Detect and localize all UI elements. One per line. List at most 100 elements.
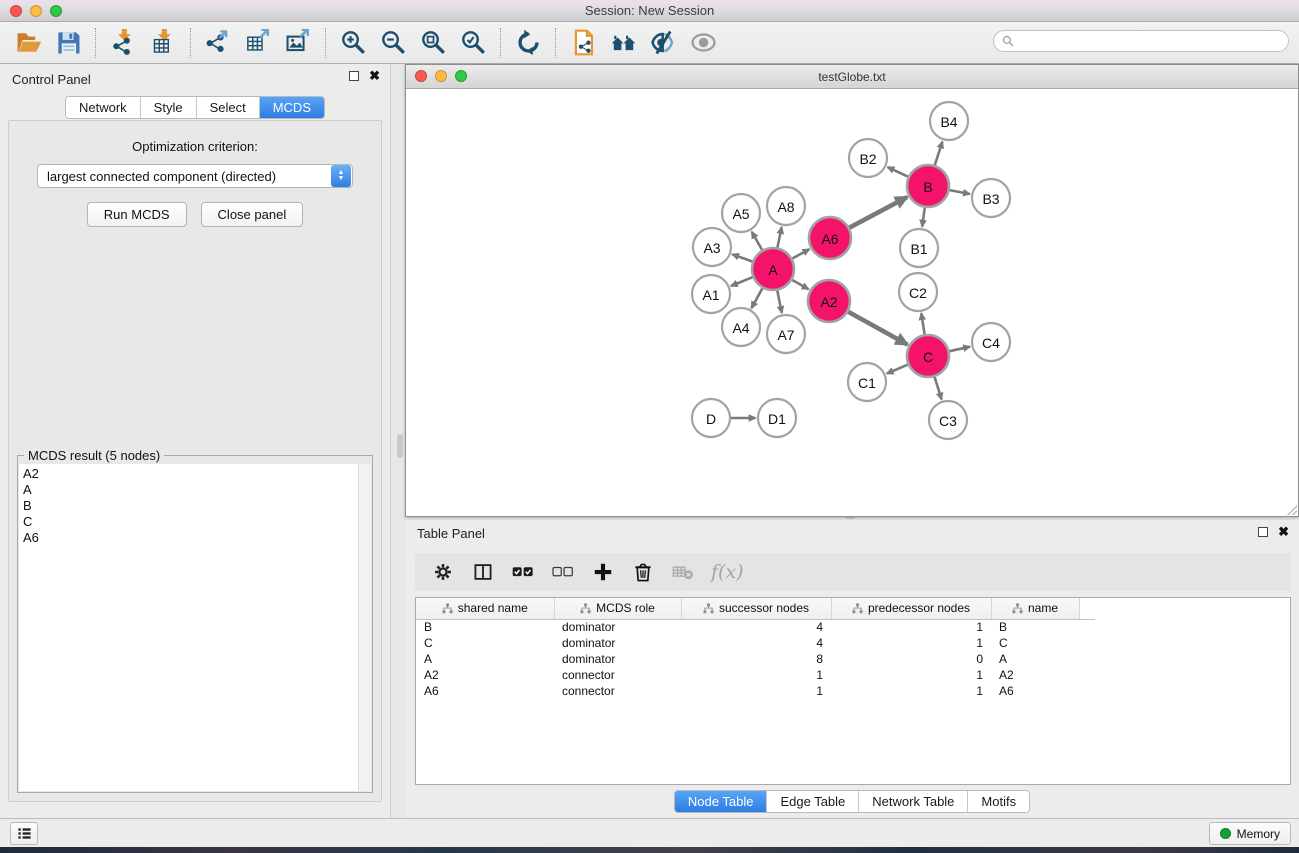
node-D1[interactable]: D1 [758, 399, 796, 437]
table-cell[interactable]: B [416, 619, 554, 635]
import-network-from-file-button[interactable] [103, 26, 143, 60]
node-C4[interactable]: C4 [972, 323, 1010, 361]
table-cell[interactable]: connector [554, 667, 681, 683]
table-cell[interactable]: A6 [416, 683, 554, 699]
edge-C-C2[interactable] [921, 313, 924, 334]
table-row[interactable]: A6connector11A6 [416, 683, 1095, 699]
new-network-from-file-button[interactable] [563, 26, 603, 60]
show-hide-graphics-details-button[interactable] [643, 26, 683, 60]
float-panel-icon[interactable] [349, 71, 359, 81]
mcds-result-item[interactable]: A2 [23, 466, 367, 482]
export-network-button[interactable] [198, 26, 238, 60]
show-columns-button[interactable] [465, 556, 501, 588]
table-cell[interactable]: A2 [991, 667, 1079, 683]
table-cell[interactable]: 1 [831, 635, 991, 651]
edge-B-B1[interactable] [922, 208, 925, 227]
table-cell[interactable]: C [416, 635, 554, 651]
criterion-select[interactable]: largest connected component (directed) ▲… [37, 164, 353, 188]
edge-A2-C[interactable] [848, 312, 907, 345]
table-cell[interactable]: C [991, 635, 1079, 651]
zoom-fit-button[interactable] [413, 26, 453, 60]
eye-disabled-button[interactable] [683, 26, 723, 60]
import-table-from-file-button[interactable] [143, 26, 183, 60]
node-B2[interactable]: B2 [849, 139, 887, 177]
table-cell[interactable]: A [991, 651, 1079, 667]
zoom-in-button[interactable] [333, 26, 373, 60]
table-cell[interactable]: 1 [681, 683, 831, 699]
table-cell[interactable]: 1 [831, 619, 991, 635]
edge-C-C1[interactable] [887, 365, 908, 374]
network-zoom-button[interactable] [455, 70, 467, 82]
search-input[interactable] [1019, 34, 1280, 48]
mcds-result-item[interactable]: A [23, 482, 367, 498]
node-A1[interactable]: A1 [692, 275, 730, 313]
edge-C-C3[interactable] [935, 377, 942, 400]
edge-C-C4[interactable] [950, 347, 971, 352]
table-cell[interactable]: 8 [681, 651, 831, 667]
table-row[interactable]: Cdominator41C [416, 635, 1095, 651]
export-image-button[interactable] [278, 26, 318, 60]
table-float-panel-icon[interactable] [1258, 527, 1268, 537]
edge-A-A3[interactable] [732, 254, 752, 261]
table-settings-gear-button[interactable] [425, 556, 461, 588]
close-panel-button[interactable]: Close panel [201, 202, 304, 227]
node-C1[interactable]: C1 [848, 363, 886, 401]
column-header-successor-nodes[interactable]: successor nodes [681, 598, 831, 619]
close-window-button[interactable] [10, 5, 22, 17]
run-mcds-button[interactable]: Run MCDS [87, 202, 187, 227]
table-cell[interactable]: connector [554, 683, 681, 699]
edge-A-A8[interactable] [777, 227, 781, 247]
node-B4[interactable]: B4 [930, 102, 968, 140]
tab-node-table[interactable]: Node Table [675, 791, 768, 812]
zoom-selected-button[interactable] [453, 26, 493, 60]
network-canvas[interactable]: B4B2BB3A5A8A6B1A3AC2A1A2A4A7C4CC1C3DD1 [406, 90, 1298, 516]
column-header-shared-name[interactable]: shared name [416, 598, 554, 619]
minimize-window-button[interactable] [30, 5, 42, 17]
table-row[interactable]: A2connector11A2 [416, 667, 1095, 683]
node-A8[interactable]: A8 [767, 187, 805, 225]
node-A6[interactable]: A6 [809, 217, 851, 259]
edge-A-A7[interactable] [777, 291, 782, 313]
node-B3[interactable]: B3 [972, 179, 1010, 217]
column-header-MCDS-role[interactable]: MCDS role [554, 598, 681, 619]
network-minimize-button[interactable] [435, 70, 447, 82]
table-cell[interactable]: dominator [554, 635, 681, 651]
column-header-name[interactable]: name [991, 598, 1079, 619]
table-row[interactable]: Adominator80A [416, 651, 1095, 667]
table-row[interactable]: Bdominator41B [416, 619, 1095, 635]
edge-A-A1[interactable] [731, 277, 753, 286]
node-A2[interactable]: A2 [808, 280, 850, 322]
memory-button[interactable]: Memory [1209, 822, 1291, 845]
table-cell[interactable]: A2 [416, 667, 554, 683]
tab-style[interactable]: Style [141, 97, 197, 118]
table-cell[interactable]: A [416, 651, 554, 667]
node-A3[interactable]: A3 [693, 228, 731, 266]
zoom-out-button[interactable] [373, 26, 413, 60]
tab-motifs[interactable]: Motifs [968, 791, 1029, 812]
edge-B-B4[interactable] [935, 142, 943, 166]
node-A[interactable]: A [752, 248, 794, 290]
table-cell[interactable]: B [991, 619, 1079, 635]
apply-layout-button[interactable] [508, 26, 548, 60]
result-scrollbar[interactable] [358, 464, 371, 791]
node-C3[interactable]: C3 [929, 401, 967, 439]
edge-A-A2[interactable] [792, 280, 809, 289]
table-close-panel-icon[interactable]: ✖ [1278, 527, 1289, 537]
select-all-columns-button[interactable] [505, 556, 541, 588]
table-cell[interactable]: 4 [681, 619, 831, 635]
table-cell[interactable]: 1 [831, 683, 991, 699]
table-cell[interactable]: 4 [681, 635, 831, 651]
vertical-splitter-handle[interactable] [397, 434, 403, 458]
node-C[interactable]: C [907, 335, 949, 377]
home-button[interactable] [603, 26, 643, 60]
edge-B-B2[interactable] [888, 167, 909, 177]
edge-A-A5[interactable] [752, 232, 762, 250]
node-B1[interactable]: B1 [900, 229, 938, 267]
node-A5[interactable]: A5 [722, 194, 760, 232]
mcds-result-item[interactable]: B [23, 498, 367, 514]
edge-A-A4[interactable] [751, 288, 762, 308]
resize-grip-icon[interactable] [1287, 505, 1297, 515]
deselect-all-columns-button[interactable] [545, 556, 581, 588]
table-cell[interactable]: 0 [831, 651, 991, 667]
edge-B-B3[interactable] [950, 190, 970, 194]
